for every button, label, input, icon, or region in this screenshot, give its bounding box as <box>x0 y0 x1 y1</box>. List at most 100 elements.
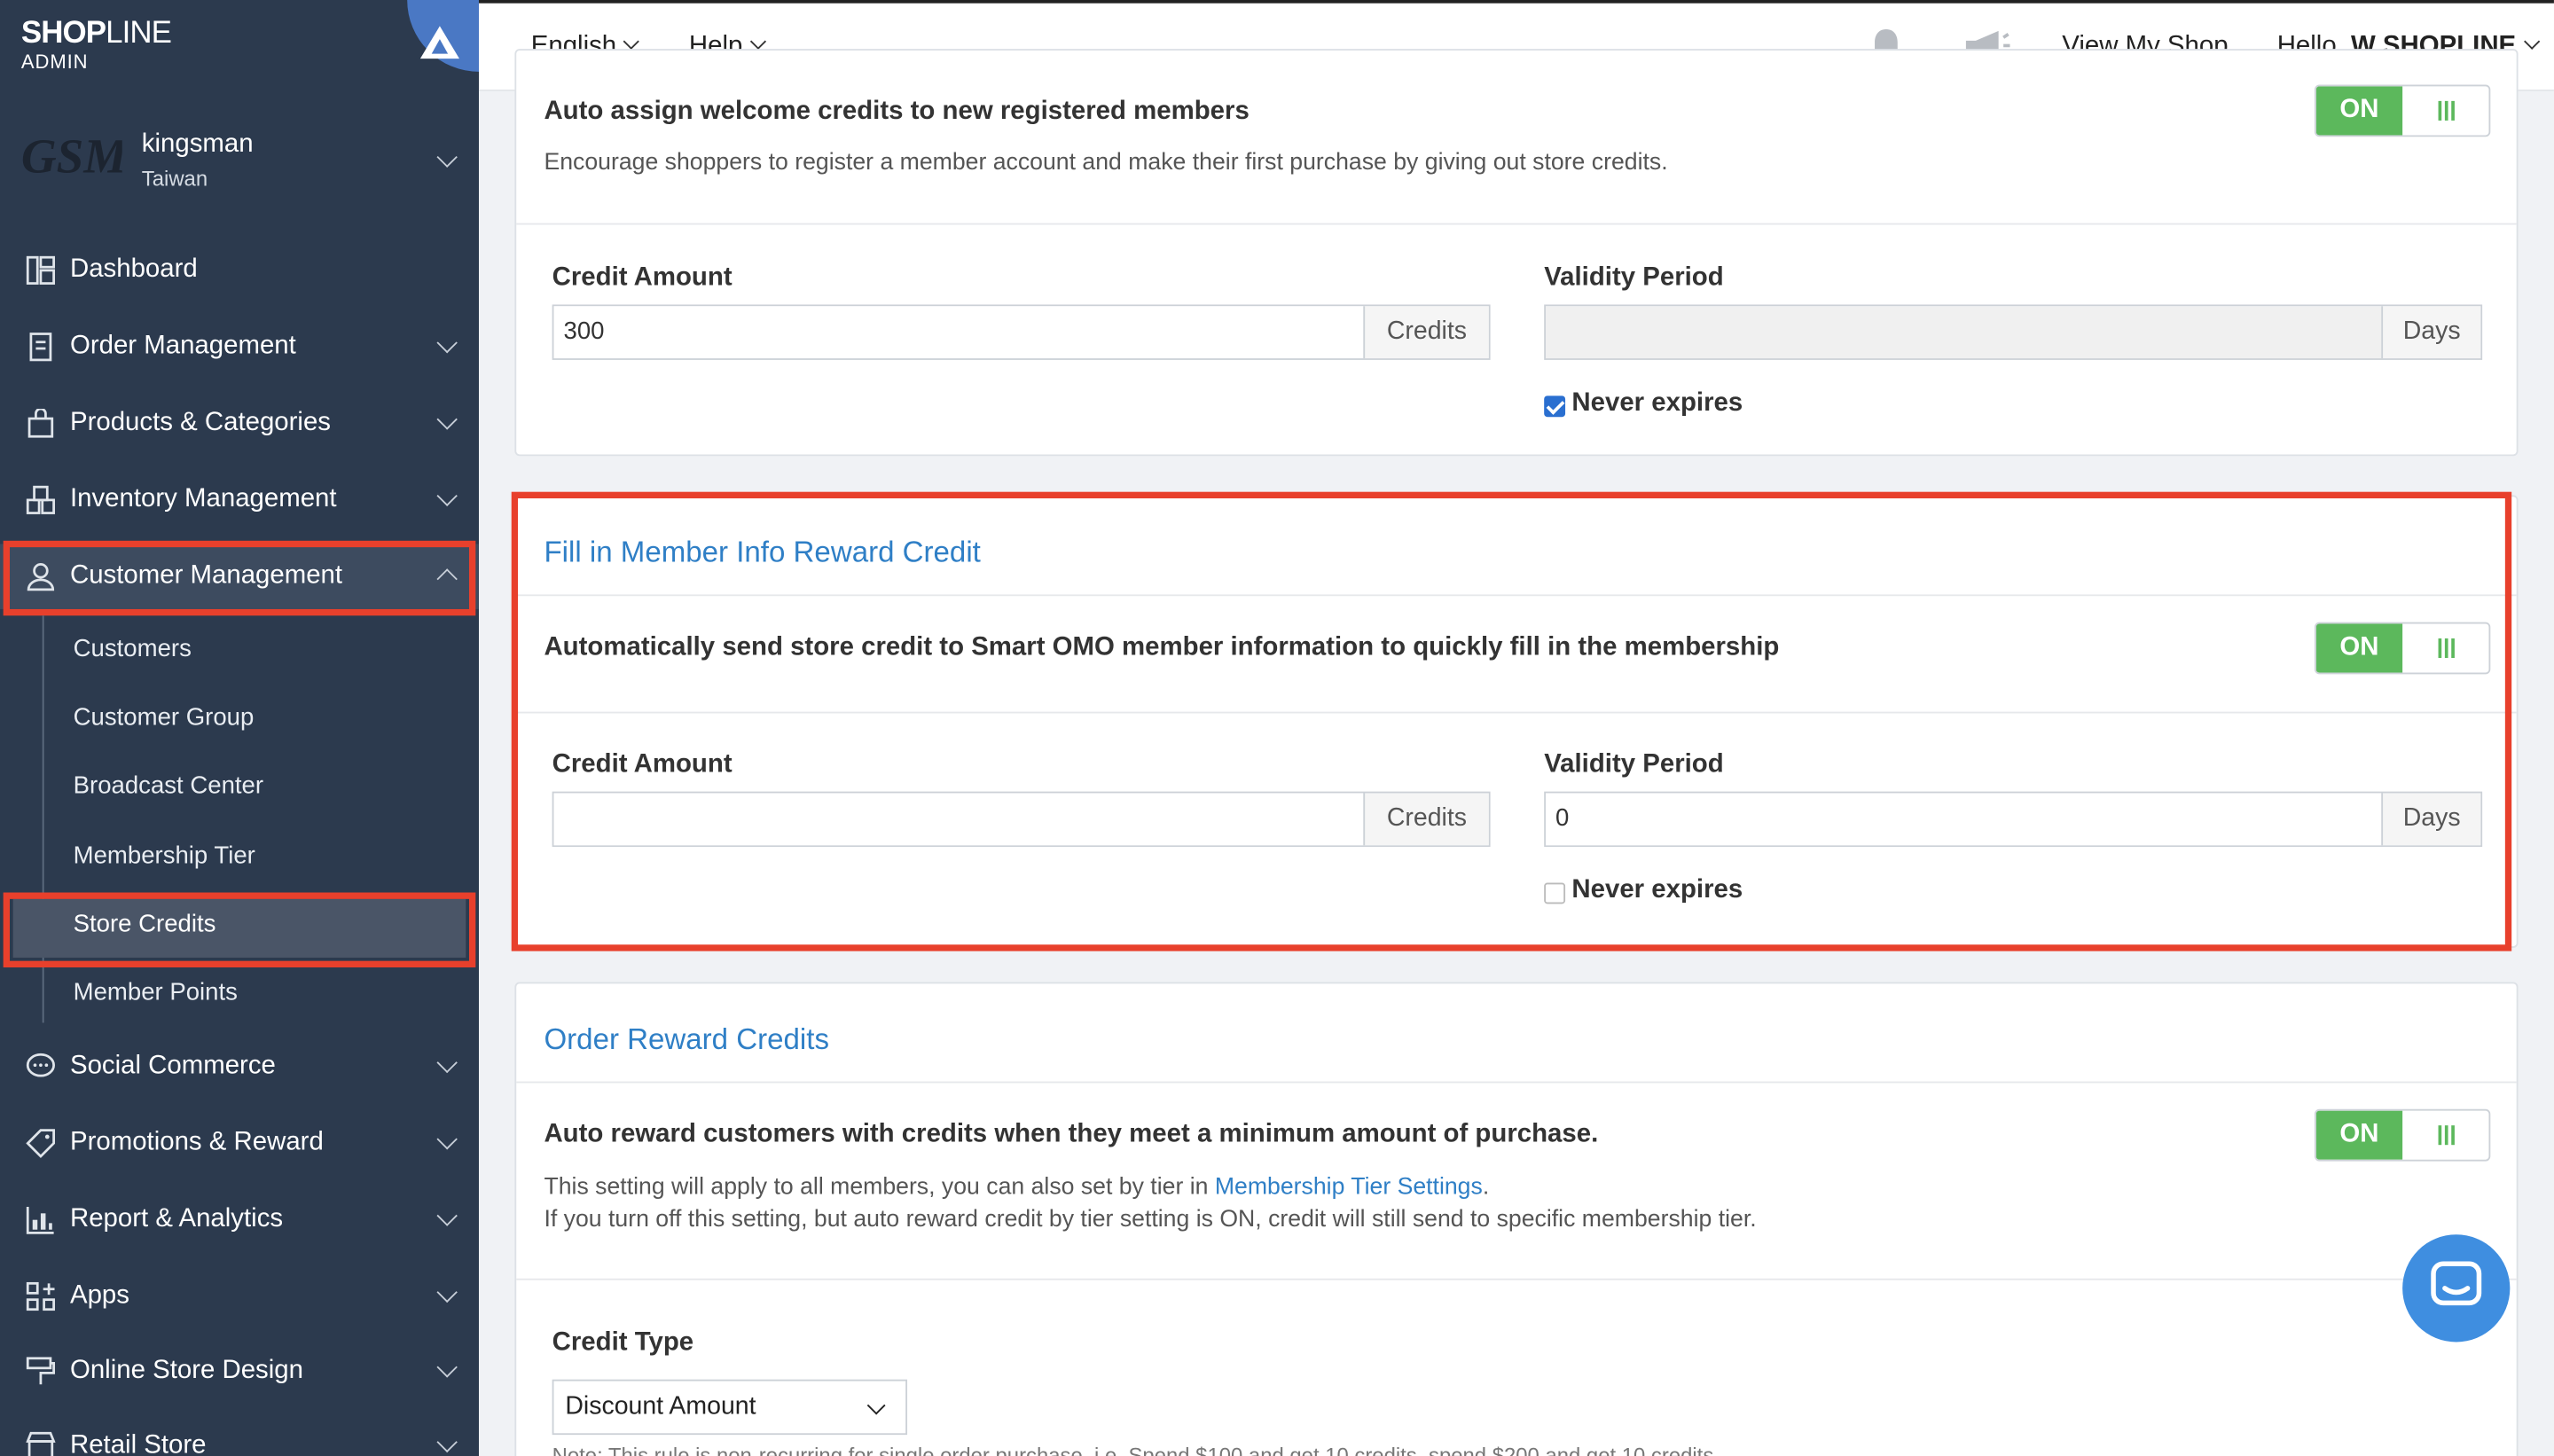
chevron-down-icon <box>436 1205 458 1226</box>
credits-addon: Credits <box>1363 306 1489 359</box>
order-reward-title: Auto reward customers with credits when … <box>544 1120 1599 1148</box>
divider <box>516 1278 2517 1280</box>
credit-amount-input[interactable]: 300 <box>553 306 1364 359</box>
order-reward-header: Order Reward Credits <box>544 1022 829 1056</box>
order-reward-toggle[interactable]: ON <box>2314 1108 2491 1162</box>
credit-type-label: Credit Type <box>552 1328 694 1357</box>
brand-bold: SHOP <box>20 16 106 51</box>
credit-amount-label: Credit Amount <box>552 263 733 292</box>
welcome-credits-card: Auto assign welcome credits to new regis… <box>514 49 2519 457</box>
store-icon <box>26 1431 56 1456</box>
chevron-down-icon <box>436 1129 458 1150</box>
chevron-down-icon <box>436 1431 458 1453</box>
chevron-down-icon <box>749 33 766 50</box>
membership-tier-settings-link[interactable]: Membership Tier Settings <box>1215 1174 1483 1200</box>
dashboard-icon <box>26 255 55 285</box>
order-reward-desc-2: If you turn off this setting, but auto r… <box>544 1206 1757 1233</box>
brand-light: LINE <box>106 16 172 51</box>
highlight-customer-management <box>3 540 476 616</box>
apps-icon <box>26 1281 55 1311</box>
divider <box>516 223 2517 225</box>
chevron-down-icon <box>436 1052 458 1074</box>
welcome-title: Auto assign welcome credits to new regis… <box>544 98 1250 126</box>
brand-sub: ADMIN <box>20 50 89 74</box>
sidebar-item-apps[interactable]: Apps <box>0 1264 479 1328</box>
sidebar: SHOPLINE ADMIN GSM kingsman Taiwan Dashb… <box>0 0 479 1456</box>
order-icon <box>29 333 52 362</box>
days-addon: Days <box>2381 306 2481 359</box>
sidebar-item-dashboard[interactable]: Dashboard <box>0 238 479 302</box>
sidebar-item-label: Apps <box>69 1281 129 1310</box>
chat-icon <box>2431 1261 2482 1306</box>
credit-type-note: Note: This rule is non-recurring for sin… <box>552 1443 1720 1456</box>
toggle-on-label: ON <box>2315 1110 2403 1160</box>
mountain-icon <box>419 26 459 59</box>
welcome-toggle[interactable]: ON <box>2314 84 2491 137</box>
checkbox-checked[interactable] <box>1544 395 1566 418</box>
sidebar-subitem-customer-group[interactable]: Customer Group <box>74 703 255 731</box>
order-reward-card: Order Reward Credits Auto reward custome… <box>514 982 2519 1456</box>
sidebar-subitem-broadcast-center[interactable]: Broadcast Center <box>74 772 263 800</box>
highlight-fill-info-card <box>511 491 2512 951</box>
chevron-down-icon <box>436 146 458 168</box>
sidebar-item-label: Order Management <box>69 332 296 360</box>
chart-icon <box>26 1206 54 1234</box>
shop-logo: GSM <box>20 129 122 184</box>
chat-launcher[interactable] <box>2402 1234 2511 1342</box>
sidebar-item-online-store-design[interactable]: Online Store Design <box>0 1339 479 1404</box>
chevron-down-icon <box>436 1357 458 1378</box>
sidebar-item-label: Social Commerce <box>69 1052 276 1080</box>
sidebar-subitem-membership-tier[interactable]: Membership Tier <box>74 842 255 870</box>
sidebar-item-inventory[interactable]: Inventory Management <box>0 467 479 532</box>
inventory-icon <box>26 485 55 514</box>
sidebar-item-retail-store[interactable]: Retail Store <box>0 1413 479 1456</box>
sidebar-item-social-commerce[interactable]: Social Commerce <box>0 1034 479 1099</box>
sidebar-item-products[interactable]: Products & Categories <box>0 391 479 456</box>
sidebar-subitem-customers[interactable]: Customers <box>74 635 192 662</box>
desc-text: This setting will apply to all members, … <box>544 1174 1215 1201</box>
chevron-down-icon <box>436 332 458 354</box>
desc-text: . <box>1482 1174 1490 1201</box>
validity-period-input[interactable] <box>1546 306 2382 359</box>
validity-period-field[interactable]: Days <box>1544 304 2483 360</box>
sidebar-subitem-member-points[interactable]: Member Points <box>74 979 238 1006</box>
chevron-down-icon <box>436 1281 458 1303</box>
tag-icon <box>26 1129 55 1158</box>
sidebar-item-label: Promotions & Reward <box>69 1128 324 1157</box>
credit-type-select[interactable]: Discount Amount <box>552 1379 908 1436</box>
shopline-logo[interactable]: SHOPLINE ADMIN <box>20 16 172 74</box>
welcome-desc: Encourage shoppers to register a member … <box>544 149 1668 176</box>
grip-icon <box>2438 100 2455 121</box>
chevron-down-icon <box>436 409 458 430</box>
sidebar-item-label: Products & Categories <box>69 409 331 437</box>
shop-name: kingsman <box>141 129 254 159</box>
brush-icon <box>26 1357 55 1385</box>
sidebar-item-label: Online Store Design <box>69 1356 303 1385</box>
shop-region: Taiwan <box>141 166 208 191</box>
corner-badge <box>407 0 479 72</box>
sidebar-item-label: Dashboard <box>69 255 198 284</box>
chat-bubble-icon <box>26 1053 55 1077</box>
order-reward-desc-1: This setting will apply to all members, … <box>544 1171 1489 1204</box>
sidebar-item-label: Retail Store <box>69 1431 207 1456</box>
credit-amount-field[interactable]: 300 Credits <box>552 304 1491 360</box>
never-expires-label: Never expires <box>1571 388 1743 418</box>
validity-period-label: Validity Period <box>1544 263 1724 292</box>
sidebar-item-label: Report & Analytics <box>69 1205 284 1233</box>
chevron-down-icon <box>2523 33 2540 50</box>
sidebar-item-order-management[interactable]: Order Management <box>0 314 479 379</box>
highlight-store-credits <box>3 892 476 967</box>
divider <box>516 1081 2517 1084</box>
sidebar-item-promotions[interactable]: Promotions & Reward <box>0 1111 479 1176</box>
credit-type-value: Discount Amount <box>565 1392 756 1421</box>
bag-icon <box>27 409 54 438</box>
sidebar-item-label: Inventory Management <box>69 485 337 513</box>
sidebar-item-report-analytics[interactable]: Report & Analytics <box>0 1187 479 1252</box>
chevron-down-icon <box>436 485 458 506</box>
toggle-on-label: ON <box>2315 86 2403 136</box>
shop-switcher[interactable]: GSM kingsman Taiwan <box>0 117 479 215</box>
grip-icon <box>2438 1125 2455 1146</box>
chevron-down-icon <box>866 1396 886 1415</box>
app-frame: SHOPLINE ADMIN GSM kingsman Taiwan Dashb… <box>0 0 2554 1456</box>
chevron-down-icon <box>623 33 640 50</box>
